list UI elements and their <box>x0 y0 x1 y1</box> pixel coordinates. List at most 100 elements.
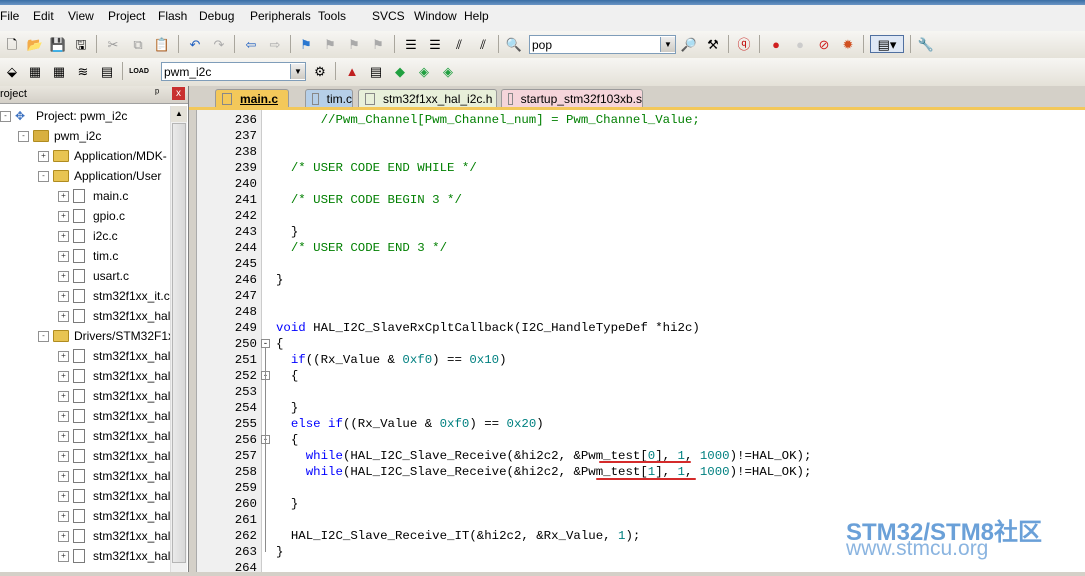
expand-icon[interactable]: + <box>58 470 69 482</box>
expand-icon[interactable]: + <box>58 390 69 402</box>
expand-icon[interactable]: + <box>38 150 49 162</box>
chevron-down-icon[interactable]: ▼ <box>290 64 305 79</box>
tree-file-item[interactable]: + stm32f1xx_hal_ <box>58 466 170 486</box>
pack-installer-icon[interactable]: ◈ <box>415 62 433 80</box>
menu-debug[interactable]: Debug <box>197 7 242 25</box>
select-packs-icon[interactable]: ◆ <box>391 62 409 80</box>
copy-icon[interactable]: ⧉ <box>129 35 147 53</box>
menu-flash[interactable]: Flash <box>156 7 195 25</box>
cut-icon[interactable]: ✂ <box>104 35 122 53</box>
tree-file-item[interactable]: + main.c <box>58 186 128 206</box>
expand-icon[interactable]: + <box>58 450 69 462</box>
redo-icon[interactable]: ↷ <box>210 35 228 53</box>
tree-file-item[interactable]: + usart.c <box>58 266 129 286</box>
menu-project[interactable]: Project <box>106 7 153 25</box>
tree-folder-item[interactable]: + Application/MDK- <box>38 146 167 166</box>
menu-window[interactable]: Window <box>412 7 465 25</box>
nav-forward-icon[interactable]: ⇨ <box>266 35 284 53</box>
tree-file-item[interactable]: + i2c.c <box>58 226 118 246</box>
find-in-files-icon[interactable]: 🔍 <box>505 35 523 53</box>
collapse-icon[interactable]: - <box>18 130 29 142</box>
target-options-icon[interactable]: ⚙ <box>311 62 329 80</box>
next-bookmark-icon[interactable]: ⚑ <box>345 35 363 53</box>
pin-icon[interactable]: ᵖ <box>155 87 159 99</box>
expand-icon[interactable]: + <box>58 370 69 382</box>
menu-file[interactable]: File <box>0 7 27 25</box>
save-all-icon[interactable]: 🖫 <box>72 35 90 53</box>
menu-edit[interactable]: Edit <box>31 7 62 25</box>
menu-view[interactable]: View <box>66 7 102 25</box>
collapse-icon[interactable]: - <box>38 330 49 342</box>
tree-file-item[interactable]: + stm32f1xx_hal_ <box>58 526 170 546</box>
prev-bookmark-icon[interactable]: ⚑ <box>321 35 339 53</box>
expand-icon[interactable]: + <box>58 190 69 202</box>
configure-icon[interactable]: ⚒ <box>704 35 722 53</box>
expand-icon[interactable]: + <box>58 310 69 322</box>
debug-session-icon[interactable]: ⓠ <box>735 35 753 53</box>
tree-file-item[interactable]: + stm32f1xx_hal_ <box>58 546 170 566</box>
window-layout-icon[interactable]: ▤▾ <box>870 35 904 53</box>
disable-breakpoints-icon[interactable]: ⊘ <box>815 35 833 53</box>
tree-folder-item[interactable]: - Application/User <box>38 166 161 186</box>
target-combo[interactable]: pwm_i2c ▼ <box>161 62 306 81</box>
manage-components-icon[interactable]: ▲ <box>343 62 361 80</box>
indent-icon[interactable]: ☰ <box>402 35 420 53</box>
close-icon[interactable]: x <box>172 87 185 100</box>
file-extensions-icon[interactable]: ▤ <box>367 62 385 80</box>
expand-icon[interactable]: + <box>58 230 69 242</box>
tree-file-item[interactable]: + stm32f1xx_hal_ <box>58 346 170 366</box>
chevron-down-icon[interactable]: ▼ <box>660 37 675 52</box>
stop-build-icon[interactable]: ▤ <box>98 62 116 80</box>
tree-file-item[interactable]: + stm32f1xx_it.c <box>58 286 170 306</box>
project-tree-scrollbar[interactable]: ▲ <box>170 106 187 572</box>
new-file-icon[interactable]: 🗋 <box>3 35 21 53</box>
kill-breakpoints-icon[interactable]: ✹ <box>839 35 857 53</box>
find-combo[interactable]: pop ▼ <box>529 35 676 54</box>
expand-icon[interactable]: + <box>58 410 69 422</box>
menu-svcs[interactable]: SVCS <box>370 7 413 25</box>
save-icon[interactable]: 💾 <box>49 35 67 53</box>
run-time-environment-icon[interactable]: ◈ <box>439 62 457 80</box>
menu-peripherals[interactable]: Peripherals <box>248 7 319 25</box>
menu-tools[interactable]: Tools <box>316 7 354 25</box>
open-folder-icon[interactable]: 📂 <box>26 35 44 53</box>
translate-icon[interactable]: ⬙ <box>3 62 21 80</box>
collapse-icon[interactable]: - <box>0 110 11 122</box>
undo-icon[interactable]: ↶ <box>186 35 204 53</box>
comment-icon[interactable]: ⫽ <box>450 35 468 53</box>
tree-file-item[interactable]: + gpio.c <box>58 206 125 226</box>
tree-project-item[interactable]: - ✥ Project: pwm_i2c <box>0 106 127 126</box>
expand-icon[interactable]: + <box>58 510 69 522</box>
rebuild-icon[interactable]: ▦ <box>50 62 68 80</box>
fold-toggle-icon[interactable]: - <box>261 339 270 349</box>
batch-build-icon[interactable]: ≋ <box>74 62 92 80</box>
expand-icon[interactable]: + <box>58 430 69 442</box>
tab-main-c[interactable]: main.c <box>215 89 289 108</box>
code-editor[interactable]: 236 //Pwm_Channel[Pwm_Channel_num] = Pwm… <box>196 110 1085 575</box>
unindent-icon[interactable]: ☰ <box>426 35 444 53</box>
expand-icon[interactable]: + <box>58 290 69 302</box>
bookmark-icon[interactable]: ⚑ <box>297 35 315 53</box>
tree-file-item[interactable]: + tim.c <box>58 246 118 266</box>
expand-icon[interactable]: + <box>58 210 69 222</box>
tree-file-item[interactable]: + stm32f1xx_hal_ <box>58 446 170 466</box>
tree-file-item[interactable]: + stm32f1xx_hal <box>58 306 170 326</box>
tree-file-item[interactable]: + stm32f1xx_hal_ <box>58 426 170 446</box>
tab-startup-stm32f103xb-s[interactable]: startup_stm32f103xb.s <box>501 89 643 108</box>
paste-icon[interactable]: 📋 <box>153 35 171 53</box>
nav-back-icon[interactable]: ⇦ <box>242 35 260 53</box>
menu-help[interactable]: Help <box>462 7 497 25</box>
tree-file-item[interactable]: + stm32f1xx_hal_ <box>58 386 170 406</box>
expand-icon[interactable]: + <box>58 270 69 282</box>
tree-target-item[interactable]: - pwm_i2c <box>18 126 101 146</box>
scrollbar-thumb[interactable] <box>172 123 186 563</box>
uncomment-icon[interactable]: ⫽ <box>474 35 492 53</box>
tab-tim-c[interactable]: tim.c <box>305 89 353 108</box>
expand-icon[interactable]: + <box>58 350 69 362</box>
incremental-find-icon[interactable]: 🔎 <box>680 35 698 53</box>
insert-breakpoint-icon[interactable]: ● <box>767 35 785 53</box>
build-icon[interactable]: ▦ <box>26 62 44 80</box>
expand-icon[interactable]: + <box>58 250 69 262</box>
load-download-icon[interactable]: LOAD <box>129 62 149 80</box>
tree-file-item[interactable]: + stm32f1xx_hal_ <box>58 486 170 506</box>
